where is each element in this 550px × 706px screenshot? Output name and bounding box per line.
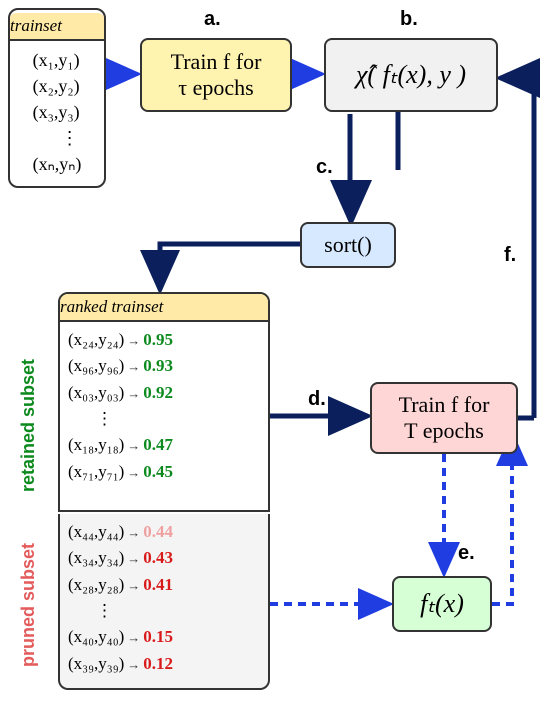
trainset-row: (x₃,y₃) xyxy=(33,99,82,125)
ranked-pruned-box: (x₄₄,y₄₄)→0.44 (x₃₄,y₃₄)→0.43 (x₂₈,y₂₈)→… xyxy=(58,514,270,690)
ranked-retained-body: (x₂₄,y₂₄)→0.95 (x₉₆,y₉₆)→0.93 (x₀₃,y₀₃)→… xyxy=(60,322,268,490)
sort-label: sort() xyxy=(324,232,372,258)
step-f-label: f. xyxy=(504,244,516,267)
ranked-row: (x₀₃,y₀₃)→0.92 xyxy=(68,380,260,406)
trainset-box: trainset (x₁,y₁) (x₂,y₂) (x₃,y₃) ⋮ (xₙ,y… xyxy=(8,8,106,188)
ranked-row: (x₃₄,y₃₄)→0.43 xyxy=(68,545,260,571)
ranked-row-dots: ⋮ xyxy=(68,598,260,624)
arrow-icon: → xyxy=(127,523,140,543)
train-tau-line2: τ epochs xyxy=(178,75,253,100)
ranked-row: (x₇₁,y₇₁)→0.45 xyxy=(68,459,260,485)
arrow-icon: → xyxy=(127,331,140,351)
ranked-retained-box: ranked trainset (x₂₄,y₂₄)→0.95 (x₉₆,y₉₆)… xyxy=(58,292,270,512)
ranked-row: (x₃₉,y₃₉)→0.12 xyxy=(68,651,260,677)
arrow-icon: → xyxy=(127,576,140,596)
train-tau-box: Train f for τ epochs xyxy=(140,38,292,112)
ranked-row: (x₁₈,y₁₈)→0.47 xyxy=(68,432,260,458)
ranked-row: (x₄₀,y₄₀)→0.15 xyxy=(68,624,260,650)
ft-expr: fₜ(x) xyxy=(420,589,464,619)
step-d-label: d. xyxy=(308,388,326,411)
trainset-body: (x₁,y₁) (x₂,y₂) (x₃,y₃) ⋮ (xₙ,yₙ) xyxy=(27,41,88,183)
trainset-row: (x₁,y₁) xyxy=(33,47,82,73)
arrow-icon: → xyxy=(127,549,140,569)
retained-subset-label: retained subset xyxy=(18,340,39,510)
trainset-row: (x₂,y₂) xyxy=(33,73,82,99)
ft-box: fₜ(x) xyxy=(392,576,492,632)
arrow-icon: → xyxy=(127,384,140,404)
train-T-box: Train f for T epochs xyxy=(370,382,518,454)
ranked-header: ranked trainset xyxy=(60,294,268,322)
chi-expr: χ̂( fₜ(x), y ) xyxy=(356,60,466,90)
arrow-icon: → xyxy=(127,357,140,377)
arrow-icon: → xyxy=(127,463,140,483)
step-e-label: e. xyxy=(458,542,475,565)
chi-box: χ̂( fₜ(x), y ) xyxy=(324,38,498,112)
trainset-row: (xₙ,yₙ) xyxy=(33,151,82,177)
train-T-line1: Train f for xyxy=(399,392,490,417)
train-tau-line1: Train f for xyxy=(171,49,262,74)
ranked-row: (x₂₈,y₂₈)→0.41 xyxy=(68,572,260,598)
pruned-subset-label: pruned subset xyxy=(18,530,39,680)
trainset-header: trainset xyxy=(10,13,104,41)
ranked-row-dots: ⋮ xyxy=(68,406,260,432)
ranked-row: (x₉₆,y₉₆)→0.93 xyxy=(68,353,260,379)
train-T-line2: T epochs xyxy=(404,418,484,443)
sort-box: sort() xyxy=(300,222,396,268)
step-b-label: b. xyxy=(400,8,418,31)
ranked-row: (x₄₄,y₄₄)→0.44 xyxy=(68,519,260,545)
ranked-row: (x₂₄,y₂₄)→0.95 xyxy=(68,327,260,353)
ranked-pruned-body: (x₄₄,y₄₄)→0.44 (x₃₄,y₃₄)→0.43 (x₂₈,y₂₈)→… xyxy=(60,514,268,682)
arrow-icon: → xyxy=(127,436,140,456)
arrow-icon: → xyxy=(127,628,140,648)
trainset-row: ⋮ xyxy=(33,125,82,151)
step-c-label: c. xyxy=(316,156,333,179)
arrow-icon: → xyxy=(127,655,140,675)
step-a-label: a. xyxy=(204,8,221,31)
